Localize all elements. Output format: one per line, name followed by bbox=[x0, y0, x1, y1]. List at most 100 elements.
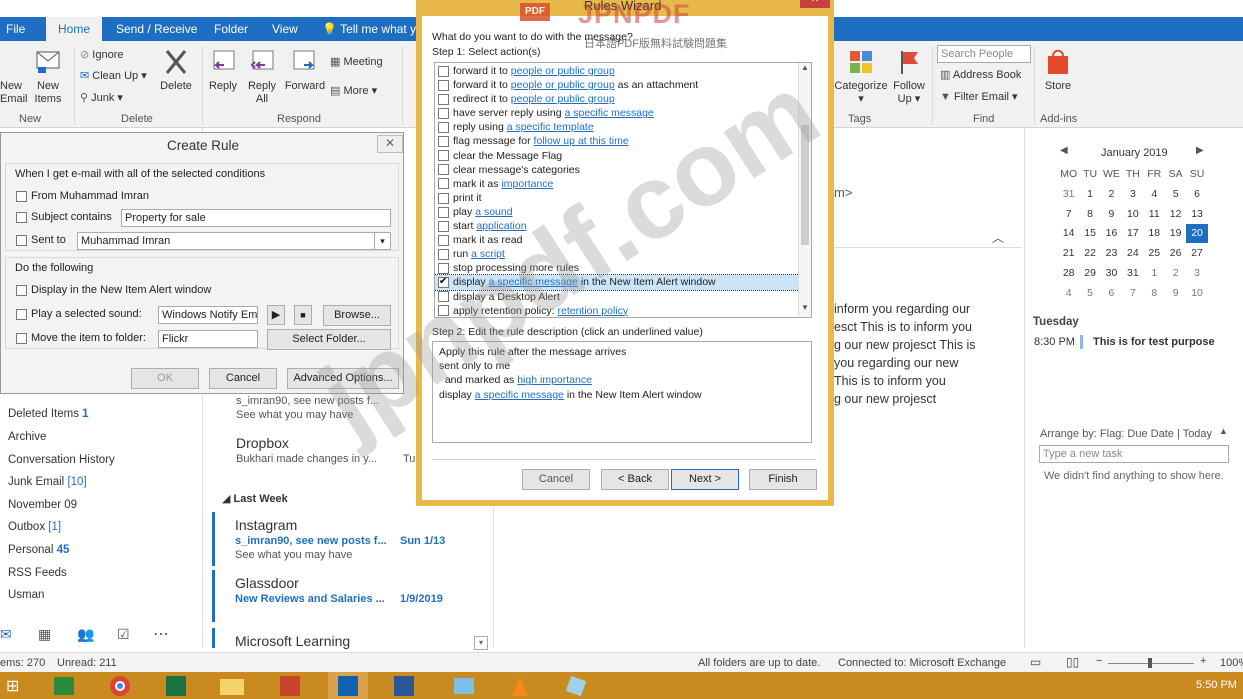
calendar-day[interactable]: 9 bbox=[1165, 283, 1186, 303]
calendar-day[interactable]: 8 bbox=[1079, 204, 1100, 224]
tell-me-box[interactable]: 💡 Tell me what yo bbox=[322, 17, 423, 41]
action-item[interactable]: run a script bbox=[435, 247, 811, 261]
calendar-day[interactable]: 7 bbox=[1122, 283, 1143, 303]
calendar-nav-icon[interactable]: ▦ bbox=[38, 626, 51, 643]
calendar-day[interactable]: 10 bbox=[1186, 283, 1207, 303]
calendar-day[interactable]: 17 bbox=[1122, 224, 1143, 244]
tab-folder[interactable]: Folder bbox=[214, 17, 248, 41]
action-item[interactable]: apply retention policy: retention policy bbox=[435, 304, 811, 317]
action-item[interactable]: clear message's categories bbox=[435, 163, 811, 177]
store-button[interactable]: Store bbox=[1038, 47, 1078, 93]
meeting-button[interactable]: ▦ Meeting bbox=[330, 54, 383, 70]
message-row-instagram[interactable]: Instagram s_imran90, see new posts f... … bbox=[212, 512, 494, 566]
windows-start-icon[interactable]: ⊞ bbox=[0, 672, 40, 699]
action-checkbox[interactable] bbox=[438, 220, 449, 232]
scroll-up-icon[interactable]: ▲ bbox=[801, 63, 809, 72]
clean-up-button[interactable]: ✉ Clean Up ▾ bbox=[80, 68, 147, 84]
underlined-value-link[interactable]: people or public group bbox=[511, 65, 615, 77]
taskbar-app-icon[interactable] bbox=[556, 672, 596, 699]
next-month-icon[interactable]: ▶ bbox=[1196, 145, 1204, 156]
zoom-in-icon[interactable]: + bbox=[1200, 655, 1206, 667]
calendar-day[interactable]: 18 bbox=[1144, 224, 1165, 244]
calendar-day[interactable]: 6 bbox=[1101, 283, 1122, 303]
folder-usman[interactable]: Usman bbox=[8, 589, 44, 601]
task-arrange-row[interactable]: Arrange by: Flag: Due Date | Today bbox=[1040, 428, 1212, 440]
from-checkbox[interactable] bbox=[16, 190, 27, 202]
underlined-value-link[interactable]: follow up at this time bbox=[534, 135, 629, 147]
new-items-button[interactable]: New Items bbox=[30, 47, 66, 106]
action-item[interactable]: play a sound bbox=[435, 205, 811, 219]
calendar-day[interactable]: 28 bbox=[1058, 263, 1079, 283]
select-folder-button[interactable]: Select Folder... bbox=[267, 329, 391, 350]
action-checkbox[interactable] bbox=[438, 248, 449, 260]
close-icon[interactable]: ✕ bbox=[800, 0, 830, 8]
ok-button[interactable]: OK bbox=[131, 368, 199, 389]
action-checkbox[interactable] bbox=[438, 108, 449, 119]
new-email-button[interactable]: New Email bbox=[0, 47, 28, 105]
calendar-day[interactable]: 26 bbox=[1165, 243, 1186, 263]
calendar-day[interactable]: 2 bbox=[1165, 263, 1186, 283]
calendar-day[interactable]: 3 bbox=[1186, 263, 1207, 283]
underlined-value-link[interactable]: a sound bbox=[475, 206, 512, 218]
delete-button[interactable]: Delete bbox=[156, 47, 196, 93]
action-item[interactable]: display a specific message in the New It… bbox=[435, 274, 811, 291]
action-item[interactable]: have server reply using a specific messa… bbox=[435, 106, 811, 120]
action-checkbox[interactable] bbox=[438, 275, 449, 289]
action-item[interactable]: display a Desktop Alert bbox=[435, 290, 811, 304]
forward-button[interactable]: Forward bbox=[283, 47, 327, 93]
underlined-value-link[interactable]: high importance bbox=[517, 374, 592, 386]
action-checkbox[interactable] bbox=[438, 93, 449, 105]
calendar-day[interactable]: 2 bbox=[1101, 184, 1122, 204]
back-button[interactable]: < Back bbox=[601, 469, 669, 490]
folder-junk-email[interactable]: Junk Email [10] bbox=[8, 476, 87, 488]
calendar-day[interactable]: 30 bbox=[1101, 263, 1122, 283]
underlined-value-link[interactable]: a specific message bbox=[475, 389, 564, 401]
collapse-header-icon[interactable]: ︿ bbox=[992, 229, 1004, 246]
action-item[interactable]: print it bbox=[435, 191, 811, 205]
tasks-icon[interactable]: ☑ bbox=[117, 626, 130, 643]
action-checkbox[interactable] bbox=[438, 150, 449, 162]
finish-button[interactable]: Finish bbox=[749, 469, 817, 490]
folder-outbox[interactable]: Outbox [1] bbox=[8, 521, 61, 533]
message-row-glassdoor[interactable]: Glassdoor New Reviews and Salaries ... 1… bbox=[212, 570, 494, 622]
taskbar-app-icon[interactable] bbox=[44, 672, 84, 699]
folder-input[interactable]: Flickr bbox=[158, 330, 258, 348]
action-item[interactable]: forward it to people or public group as … bbox=[435, 78, 811, 92]
calendar-day[interactable]: 14 bbox=[1058, 224, 1079, 244]
sent-to-checkbox[interactable] bbox=[16, 234, 27, 246]
from-checkbox-row[interactable]: From Muhammad Imran bbox=[16, 190, 149, 202]
ignore-button[interactable]: ⊘ Ignore bbox=[80, 47, 123, 63]
next-button[interactable]: Next > bbox=[671, 469, 739, 490]
calendar-day-today[interactable]: 20 bbox=[1186, 223, 1208, 244]
browse-button[interactable]: Browse... bbox=[323, 305, 391, 326]
subject-input[interactable]: Property for sale bbox=[121, 209, 391, 227]
calendar-day[interactable]: 11 bbox=[1144, 204, 1165, 224]
wizard-cancel-button[interactable]: Cancel bbox=[522, 469, 590, 490]
underlined-value-link[interactable]: retention policy bbox=[557, 305, 628, 317]
chrome-icon[interactable] bbox=[100, 672, 140, 699]
calendar-day[interactable]: 4 bbox=[1058, 283, 1079, 303]
cancel-button[interactable]: Cancel bbox=[209, 368, 277, 389]
sent-to-select[interactable]: Muhammad Imran ▾ bbox=[77, 232, 391, 250]
underlined-value-link[interactable]: a specific template bbox=[507, 121, 594, 133]
agenda-item-title[interactable]: This is for test purpose bbox=[1093, 336, 1215, 348]
people-icon[interactable]: 👥 bbox=[77, 626, 94, 643]
more-button[interactable]: ▤ More ▾ bbox=[330, 83, 377, 99]
advanced-options-button[interactable]: Advanced Options... bbox=[287, 368, 399, 389]
move-folder-checkbox[interactable] bbox=[16, 332, 27, 344]
tab-view[interactable]: View bbox=[272, 17, 298, 41]
calendar-day[interactable]: 7 bbox=[1058, 204, 1079, 224]
reading-view-icon[interactable]: ▯▯ bbox=[1066, 655, 1079, 669]
address-book-button[interactable]: ▥ Address Book bbox=[940, 67, 1021, 83]
actions-scrollbar[interactable]: ▲ ▼ bbox=[798, 63, 811, 317]
move-folder-row[interactable]: Move the item to folder: bbox=[16, 332, 146, 344]
outlook-icon[interactable] bbox=[328, 672, 368, 699]
action-item[interactable]: redirect it to people or public group bbox=[435, 92, 811, 106]
filter-email-button[interactable]: ▼ Filter Email ▾ bbox=[940, 89, 1018, 105]
word-icon[interactable] bbox=[384, 672, 424, 699]
calendar-day[interactable]: 13 bbox=[1186, 204, 1207, 224]
excel-icon[interactable] bbox=[156, 672, 196, 699]
action-checkbox[interactable] bbox=[438, 79, 449, 91]
action-checkbox[interactable] bbox=[438, 291, 449, 303]
normal-view-icon[interactable]: ▭ bbox=[1030, 655, 1041, 669]
